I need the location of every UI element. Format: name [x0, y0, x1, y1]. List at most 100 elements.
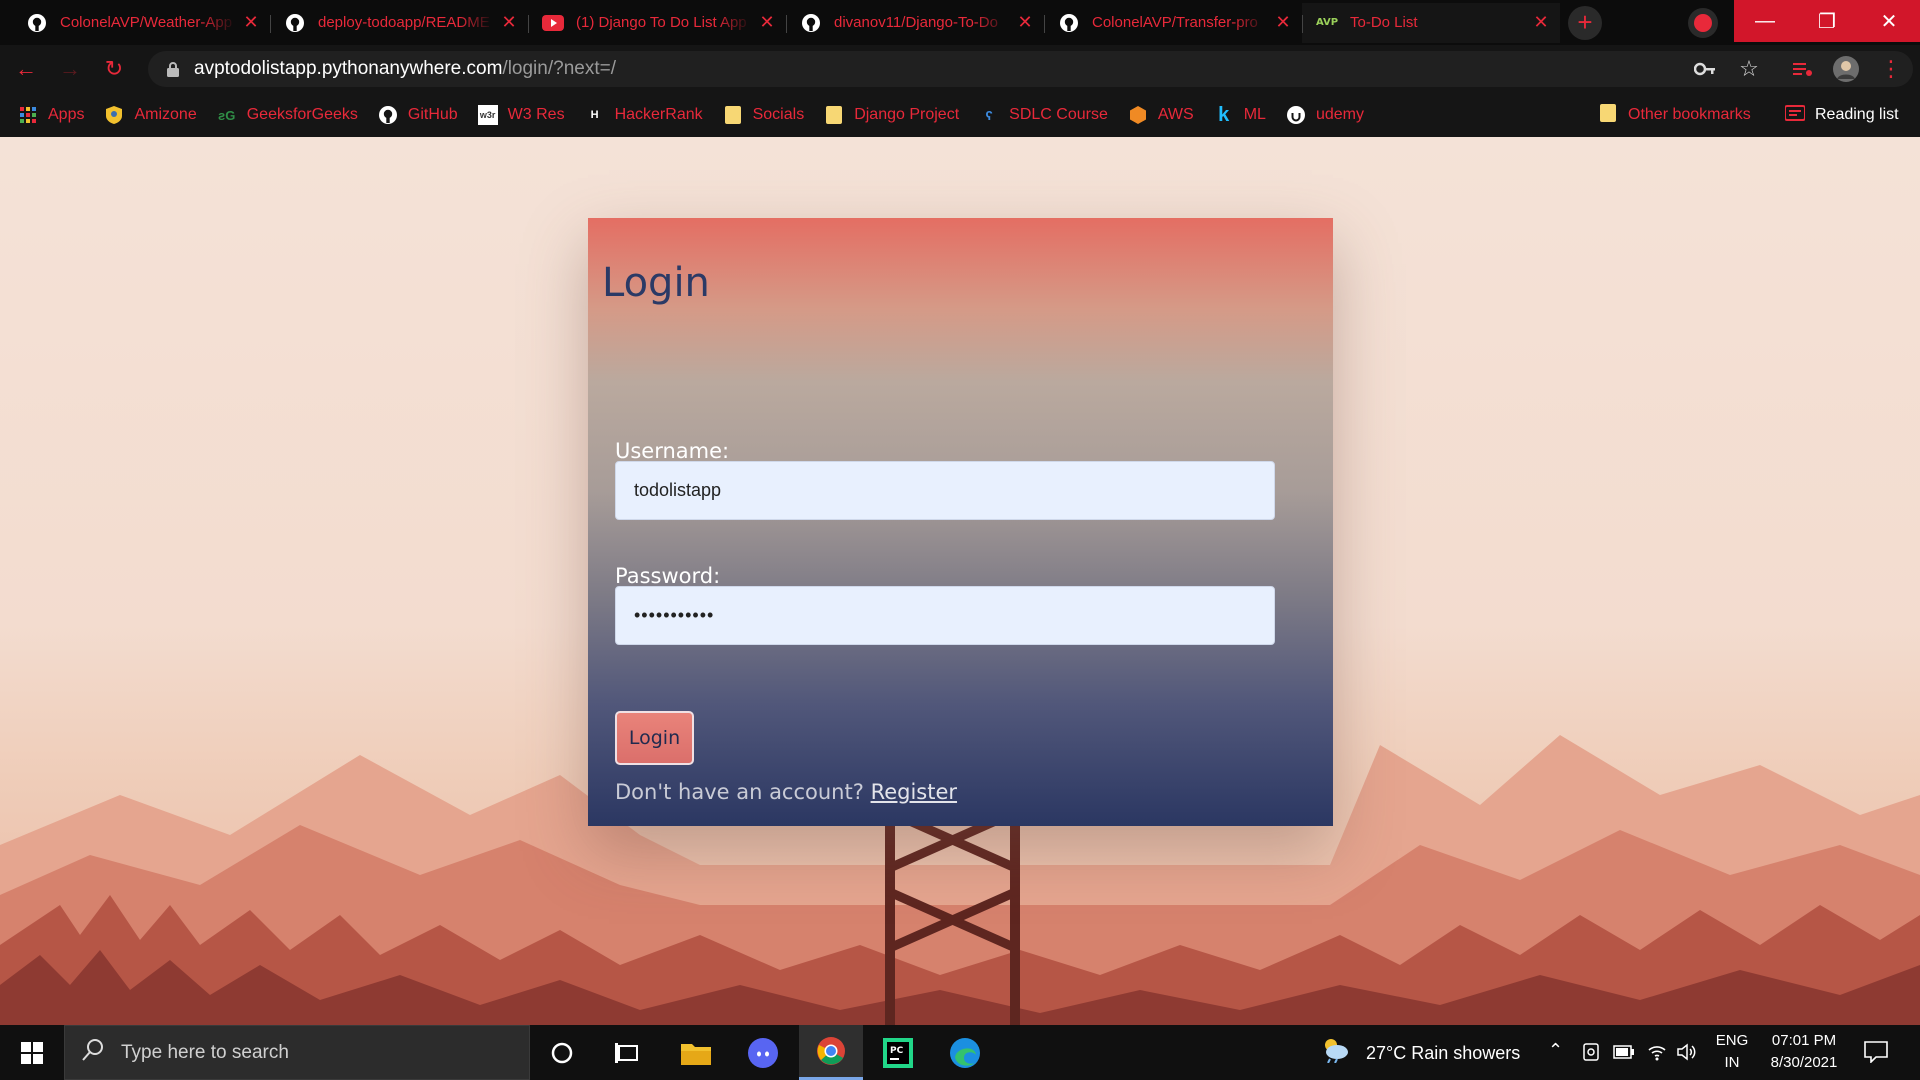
- tab-title: To-Do List: [1350, 14, 1418, 31]
- bookmark-aws[interactable]: AWS: [1128, 105, 1194, 125]
- forward-button[interactable]: →: [52, 51, 88, 87]
- reading-list[interactable]: Reading list: [1784, 93, 1899, 137]
- reload-button[interactable]: ↻: [96, 51, 132, 87]
- bookmark-label: Socials: [752, 106, 805, 123]
- udemy-icon: [1286, 105, 1306, 125]
- file-explorer-icon[interactable]: [664, 1025, 728, 1080]
- bookmark-w3-res[interactable]: w3r W3 Res: [477, 105, 565, 125]
- tab-django-to-do[interactable]: divanov11/Django-To-Do ✕: [786, 3, 1044, 43]
- edge-icon[interactable]: [933, 1025, 997, 1080]
- region-code: IN: [1724, 1054, 1740, 1071]
- wifi-icon[interactable]: [1647, 1043, 1667, 1066]
- github-icon: [1058, 12, 1080, 34]
- register-link[interactable]: Register: [871, 780, 957, 804]
- bookmark-ml[interactable]: k ML: [1214, 104, 1266, 126]
- sdlc-icon: ʕ: [985, 107, 993, 123]
- pycharm-icon[interactable]: PC: [866, 1025, 930, 1080]
- tab-youtube-django[interactable]: (1) Django To Do List App ✕: [528, 3, 786, 43]
- volume-icon[interactable]: [1677, 1043, 1697, 1066]
- new-tab-button[interactable]: +: [1568, 5, 1602, 40]
- bookmark-udemy[interactable]: udemy: [1286, 105, 1364, 125]
- close-icon[interactable]: ✕: [758, 12, 776, 33]
- close-icon[interactable]: ✕: [1532, 12, 1550, 33]
- bookmark-folder-django-project[interactable]: Django Project: [824, 105, 959, 125]
- bookmark-label: udemy: [1315, 106, 1364, 123]
- apps-grid-icon: [18, 105, 38, 125]
- url-host: avptodolistapp.pythonanywhere.com: [194, 58, 503, 79]
- url-path: /login/?next=/: [502, 58, 616, 79]
- chrome-icon[interactable]: [799, 1025, 863, 1080]
- other-bookmarks[interactable]: Other bookmarks: [1600, 93, 1751, 137]
- cortana-icon[interactable]: [530, 1025, 594, 1080]
- bookmark-apps[interactable]: Apps: [18, 105, 84, 125]
- search-placeholder: Type here to search: [121, 1041, 289, 1063]
- minimize-button[interactable]: —: [1734, 0, 1796, 42]
- bookmark-folder-socials[interactable]: Socials: [723, 105, 805, 125]
- password-label: Password:: [615, 564, 721, 588]
- restore-button[interactable]: ❐: [1796, 0, 1858, 42]
- task-view-icon[interactable]: [596, 1025, 660, 1080]
- close-icon[interactable]: ✕: [500, 12, 518, 33]
- bookmark-geeksforgeeks[interactable]: ƨG GeeksforGeeks: [217, 105, 358, 125]
- clock-date: 8/30/2021: [1770, 1054, 1838, 1071]
- media-control-icon[interactable]: [1785, 45, 1821, 93]
- github-icon: [378, 105, 398, 125]
- tab-to-do-list[interactable]: AVP To-Do List ✕: [1302, 2, 1560, 43]
- clock[interactable]: 07:01 PM 8/30/2021: [1762, 1030, 1846, 1074]
- meet-now-icon[interactable]: [1583, 1043, 1599, 1066]
- battery-icon[interactable]: [1613, 1045, 1635, 1064]
- hackerrank-icon: H: [590, 109, 599, 121]
- folder-icon: [1600, 103, 1616, 127]
- login-card: Login Username: Password: Login Don't ha…: [588, 218, 1333, 826]
- tab-title: divanov11/Django-To-Do: [834, 14, 998, 31]
- taskbar-search-box[interactable]: Type here to search: [64, 1025, 530, 1080]
- browser-toolbar: ← → ↻ avptodolistapp.pythonanywhere.com …: [0, 45, 1920, 93]
- back-button[interactable]: ←: [8, 51, 44, 87]
- menu-dots-icon[interactable]: ⋮: [1873, 45, 1909, 93]
- close-window-button[interactable]: ✕: [1858, 0, 1920, 42]
- password-input[interactable]: [615, 586, 1275, 645]
- tab-transfer-pro[interactable]: ColonelAVP/Transfer-pro ✕: [1044, 3, 1302, 43]
- weather-text[interactable]: 27°C Rain showers: [1366, 1043, 1520, 1064]
- aws-icon: [1128, 105, 1148, 125]
- bookmark-label: GeeksforGeeks: [246, 106, 358, 123]
- language-code: ENG: [1715, 1032, 1749, 1049]
- avp-icon: AVP: [1315, 17, 1339, 28]
- windows-start-button[interactable]: [0, 1025, 64, 1080]
- close-icon[interactable]: ✕: [1274, 12, 1292, 33]
- login-button[interactable]: Login: [615, 711, 694, 765]
- folder-icon: [824, 105, 844, 125]
- avatar[interactable]: [1828, 45, 1864, 93]
- username-label: Username:: [615, 439, 730, 463]
- username-input[interactable]: [615, 461, 1275, 520]
- lock-icon[interactable]: [166, 61, 180, 77]
- address-bar[interactable]: avptodolistapp.pythonanywhere.com /login…: [148, 51, 1913, 87]
- discord-icon[interactable]: [731, 1025, 795, 1080]
- close-icon[interactable]: ✕: [242, 12, 260, 33]
- close-icon[interactable]: ✕: [1016, 12, 1034, 33]
- bookmark-github[interactable]: GitHub: [378, 105, 458, 125]
- folder-icon: [723, 105, 743, 125]
- github-icon: [284, 12, 306, 34]
- bookmark-label: SDLC Course: [1009, 106, 1108, 123]
- tab-deploy-todoapp[interactable]: deploy-todoapp/README ✕: [270, 3, 528, 43]
- search-icon: [81, 1038, 105, 1068]
- bookmark-label: AWS: [1157, 106, 1194, 123]
- tab-weather-app[interactable]: ColonelAVP/Weather-App ✕: [12, 3, 270, 43]
- key-icon[interactable]: [1687, 45, 1723, 93]
- notification-icon[interactable]: [1864, 1041, 1888, 1068]
- tab-title: ColonelAVP/Weather-App: [60, 14, 233, 31]
- tab-title: ColonelAVP/Transfer-pro: [1092, 14, 1258, 31]
- bookmark-star-icon[interactable]: ☆: [1731, 45, 1767, 93]
- bookmark-amizone[interactable]: Amizone: [104, 105, 197, 125]
- chevron-up-icon[interactable]: ⌃: [1548, 1040, 1563, 1061]
- github-icon: [800, 12, 822, 34]
- tab-strip: ColonelAVP/Weather-App ✕ deploy-todoapp/…: [0, 0, 1920, 45]
- bookmark-hackerrank[interactable]: H HackerRank: [585, 105, 703, 125]
- reading-list-icon: [1784, 104, 1806, 126]
- svg-text:PC: PC: [890, 1046, 904, 1056]
- bookmark-sdlc-course[interactable]: ʕ SDLC Course: [979, 105, 1108, 125]
- language-indicator[interactable]: ENG IN: [1712, 1030, 1752, 1074]
- weather-icon[interactable]: [1320, 1037, 1350, 1068]
- extension-icon[interactable]: [1688, 8, 1718, 38]
